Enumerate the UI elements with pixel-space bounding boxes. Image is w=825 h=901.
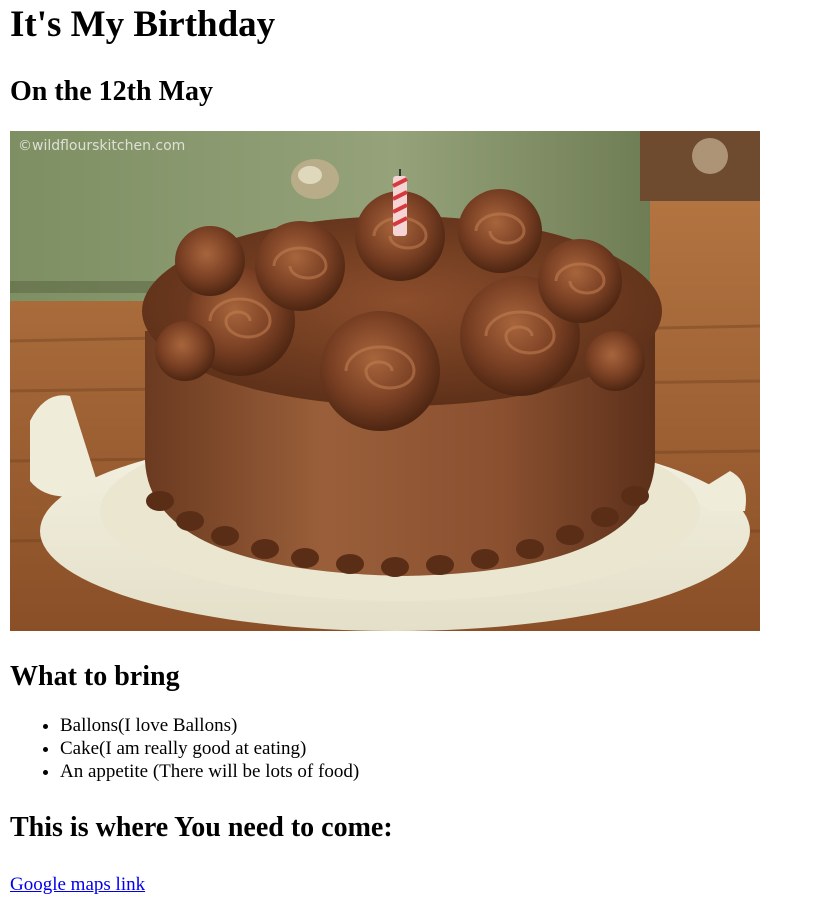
page: It's My Birthday On the 12th May ©wildfl…: [0, 0, 825, 896]
party-date: On the 12th May: [10, 76, 213, 107]
birthday-cake-image: ©wildflourskitchen.com: [10, 131, 760, 631]
location-heading: This is where You need to come:: [10, 812, 393, 843]
bring-list: Ballons(I love Ballons) Cake(I am really…: [10, 714, 815, 783]
page-title: It's My Birthday: [10, 4, 276, 45]
google-maps-link[interactable]: Google maps link: [10, 873, 145, 896]
list-item: An appetite (There will be lots of food): [60, 760, 815, 783]
what-to-bring-heading: What to bring: [10, 661, 180, 692]
watermark: ©wildflourskitchen.com: [18, 138, 185, 154]
list-item: Cake(I am really good at eating): [60, 737, 815, 760]
list-item: Ballons(I love Ballons): [60, 714, 815, 737]
candle: [392, 169, 408, 236]
